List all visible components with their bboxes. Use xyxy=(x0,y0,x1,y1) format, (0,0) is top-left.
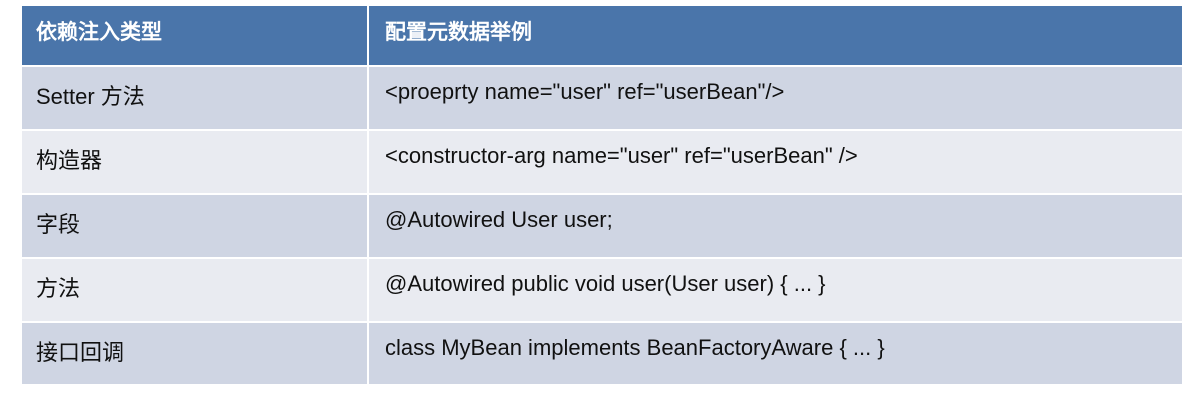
header-config-example: 配置元数据举例 xyxy=(385,21,532,44)
table-row: 方法 @Autowired public void user(User user… xyxy=(22,259,1182,323)
injection-type-cell: 接口回调 xyxy=(22,323,369,384)
table-row: Setter 方法 <proeprty name="user" ref="use… xyxy=(22,67,1182,131)
table-row: 字段 @Autowired User user; xyxy=(22,195,1182,259)
config-example-cell: <constructor-arg name="user" ref="userBe… xyxy=(385,143,858,168)
injection-type-cell: Setter 方法 xyxy=(22,67,369,129)
table-row: 接口回调 class MyBean implements BeanFactory… xyxy=(22,323,1182,384)
config-example-cell: @Autowired User user; xyxy=(385,207,613,232)
table-row: 构造器 <constructor-arg name="user" ref="us… xyxy=(22,131,1182,195)
header-injection-type: 依赖注入类型 xyxy=(22,6,369,65)
injection-type-cell: 方法 xyxy=(22,259,369,321)
table-header-row: 依赖注入类型 配置元数据举例 xyxy=(22,6,1182,67)
injection-type-cell: 构造器 xyxy=(22,131,369,193)
injection-types-table: 依赖注入类型 配置元数据举例 Setter 方法 <proeprty name=… xyxy=(22,6,1182,384)
config-example-cell: <proeprty name="user" ref="userBean"/> xyxy=(385,79,785,104)
injection-type-cell: 字段 xyxy=(22,195,369,257)
config-example-cell: class MyBean implements BeanFactoryAware… xyxy=(385,335,885,360)
config-example-cell: @Autowired public void user(User user) {… xyxy=(385,271,826,296)
